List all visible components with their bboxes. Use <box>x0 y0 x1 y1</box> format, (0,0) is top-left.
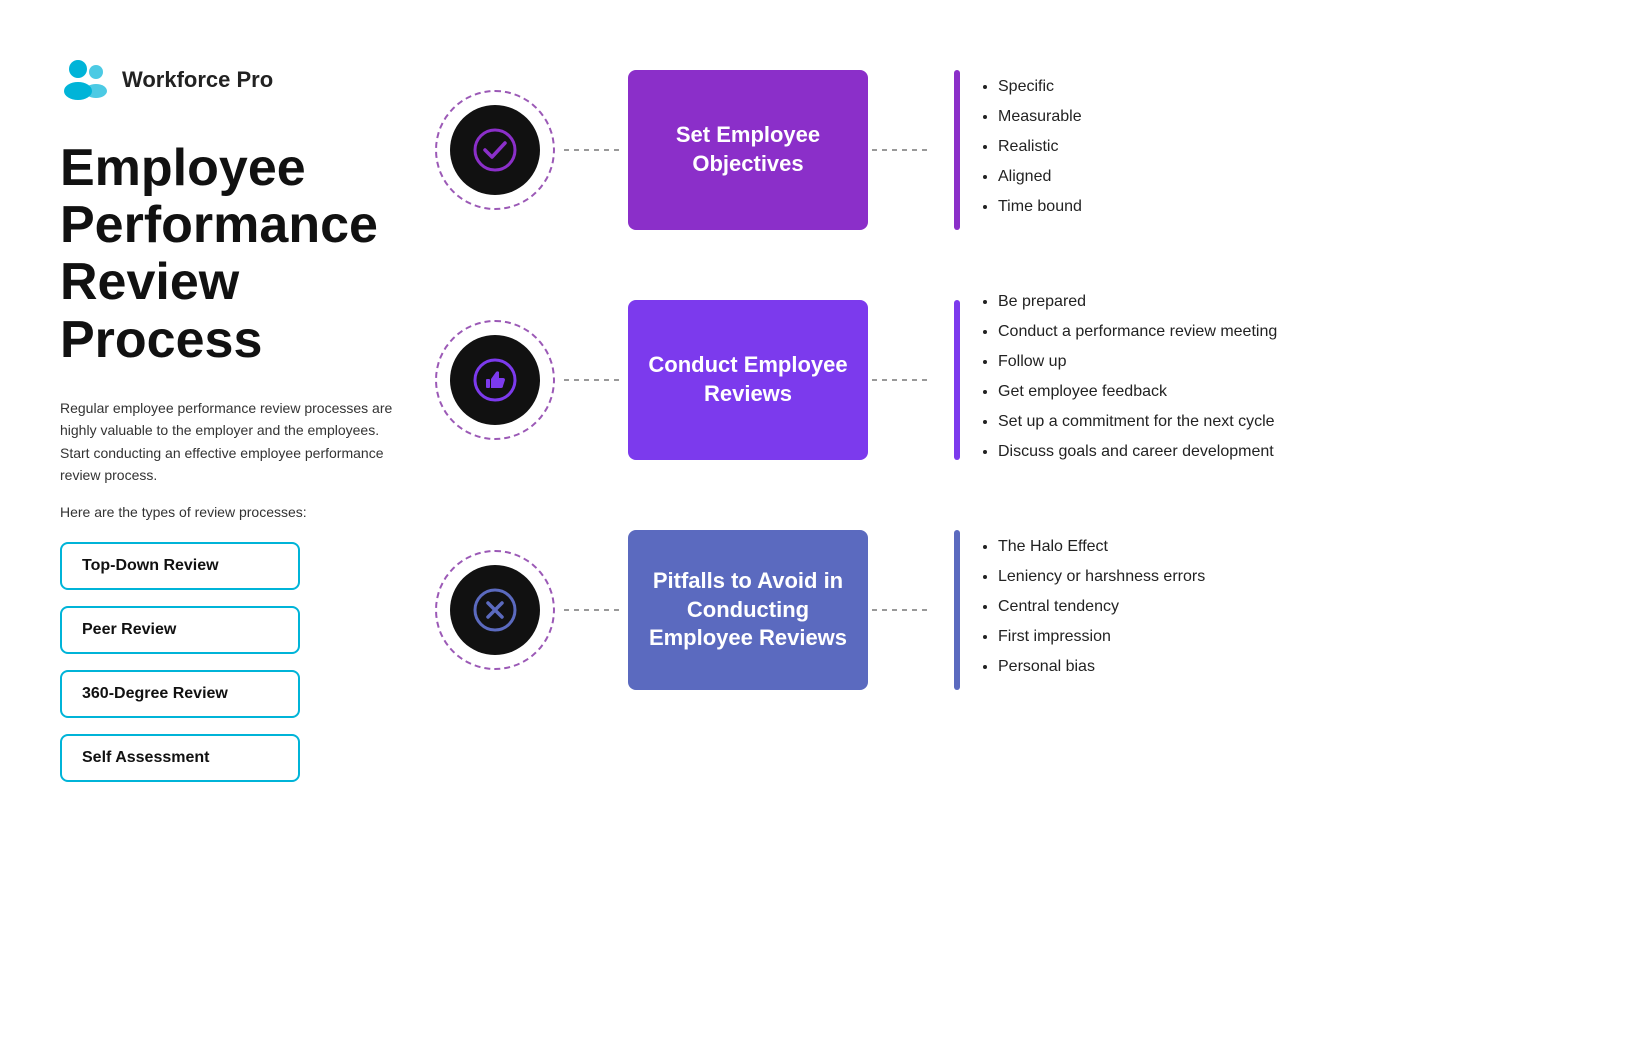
process-box-text-set-objectives: Set Employee Objectives <box>628 111 868 188</box>
accent-bar-set-objectives <box>954 70 960 230</box>
process-box-conduct-reviews: Conduct Employee Reviews <box>628 300 868 460</box>
main-content: Set Employee Objectives Specific Measurabl… <box>430 70 1592 750</box>
list-item: Specific <box>998 75 1082 99</box>
process-row-conduct-reviews: Conduct Employee Reviews Be prepared Condu… <box>430 290 1592 470</box>
icon-wrapper-conduct-reviews <box>430 315 560 445</box>
logo-icon <box>60 55 110 105</box>
bullet-list-set-objectives: Specific Measurable Realistic Aligned Time b… <box>978 75 1082 225</box>
list-item: Conduct a performance review meeting <box>998 320 1277 344</box>
connector-left-conduct-reviews <box>564 379 624 381</box>
list-item: The Halo Effect <box>998 535 1205 559</box>
list-item: Discuss goals and career development <box>998 440 1277 464</box>
review-btn-1[interactable]: Peer Review <box>60 606 300 654</box>
inner-circle-pitfalls <box>450 565 540 655</box>
list-item: Central tendency <box>998 595 1205 619</box>
list-item: Time bound <box>998 195 1082 219</box>
bullet-list-pitfalls: The Halo Effect Leniency or harshness err… <box>978 535 1205 685</box>
list-item: Personal bias <box>998 655 1205 679</box>
list-item: Get employee feedback <box>998 380 1277 404</box>
review-btn-2[interactable]: 360-Degree Review <box>60 670 300 718</box>
list-item: Set up a commitment for the next cycle <box>998 410 1277 434</box>
connector-left-pitfalls <box>564 609 624 611</box>
left-panel: Employee Performance Review Process Regu… <box>60 140 400 782</box>
list-item: Measurable <box>998 105 1082 129</box>
list-item: Aligned <box>998 165 1082 189</box>
process-row-pitfalls: Pitfalls to Avoid in Conducting Employee… <box>430 530 1592 690</box>
description: Regular employee performance review proc… <box>60 397 400 487</box>
list-item: Leniency or harshness errors <box>998 565 1205 589</box>
review-btn-0[interactable]: Top-Down Review <box>60 542 300 590</box>
process-box-set-objectives: Set Employee Objectives <box>628 70 868 230</box>
connector-right-conduct-reviews <box>872 379 932 381</box>
process-row-set-objectives: Set Employee Objectives Specific Measurabl… <box>430 70 1592 230</box>
review-btn-3[interactable]: Self Assessment <box>60 734 300 782</box>
logo-area: Workforce Pro <box>60 55 273 105</box>
main-title: Employee Performance Review Process <box>60 140 400 369</box>
list-item: Be prepared <box>998 290 1277 314</box>
connector-right-set-objectives <box>872 149 932 151</box>
list-item: Follow up <box>998 350 1277 374</box>
accent-bar-pitfalls <box>954 530 960 690</box>
logo-text: Workforce Pro <box>122 67 273 93</box>
list-item: Realistic <box>998 135 1082 159</box>
inner-circle-set-objectives <box>450 105 540 195</box>
inner-circle-conduct-reviews <box>450 335 540 425</box>
accent-bar-conduct-reviews <box>954 300 960 460</box>
connector-left-set-objectives <box>564 149 624 151</box>
icon-wrapper-set-objectives <box>430 85 560 215</box>
review-types-label: Here are the types of review processes: <box>60 504 400 520</box>
process-box-text-conduct-reviews: Conduct Employee Reviews <box>628 341 868 418</box>
icon-wrapper-pitfalls <box>430 545 560 675</box>
process-box-pitfalls: Pitfalls to Avoid in Conducting Employee… <box>628 530 868 690</box>
list-item: First impression <box>998 625 1205 649</box>
bullet-list-conduct-reviews: Be prepared Conduct a performance review … <box>978 290 1277 470</box>
review-buttons: Top-Down Review Peer Review 360-Degree Rev… <box>60 542 400 782</box>
connector-right-pitfalls <box>872 609 932 611</box>
process-box-text-pitfalls: Pitfalls to Avoid in Conducting Employee… <box>628 557 868 663</box>
